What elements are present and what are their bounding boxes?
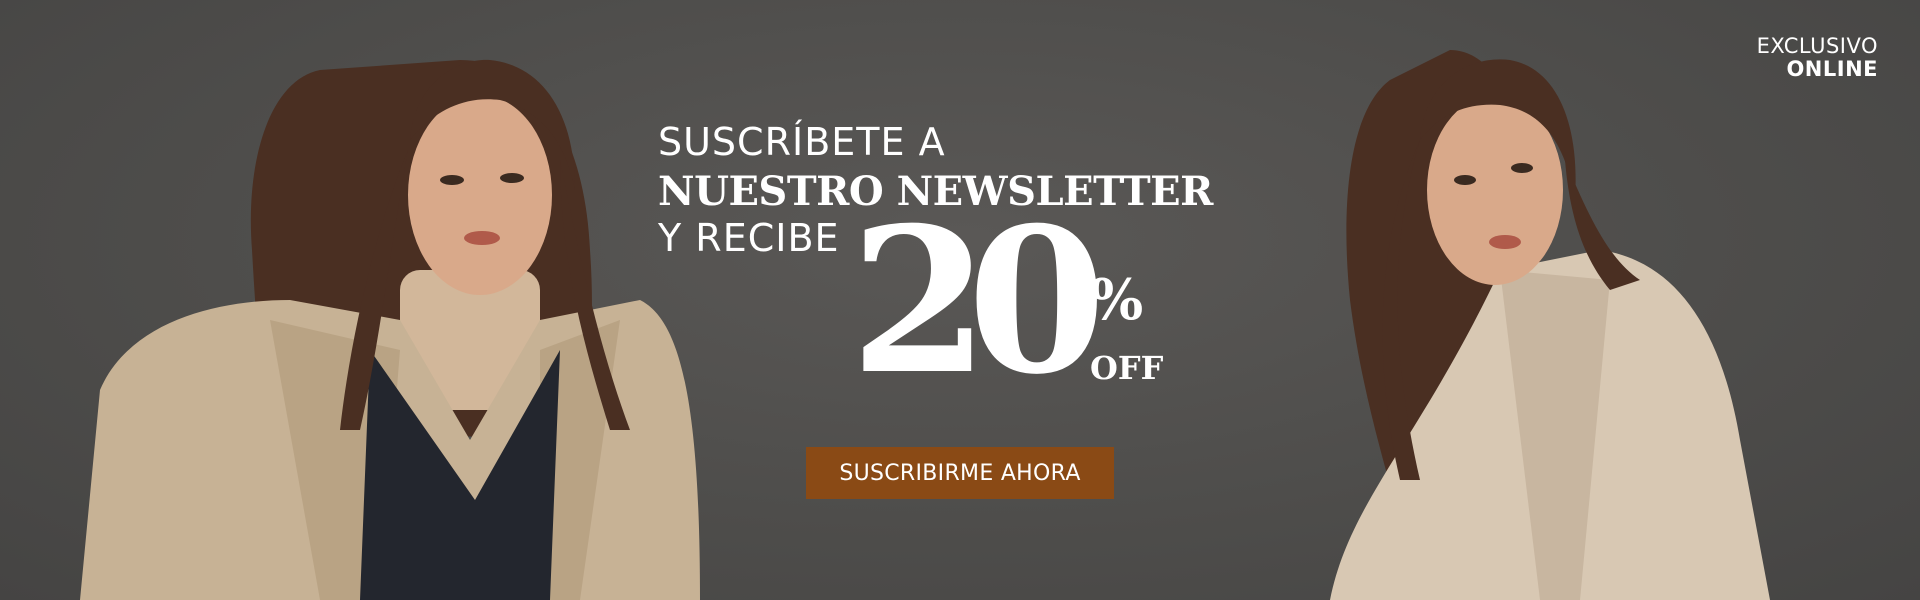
discount-number: 20 — [850, 184, 1106, 419]
badge-exclusive-text: EXCLUSIVO — [1756, 34, 1878, 58]
subscribe-now-button[interactable]: SUSCRIBIRME AHORA — [806, 447, 1114, 499]
percent-sign: % — [1090, 267, 1144, 333]
headline-line-1: SUSCRÍBETE A — [658, 120, 946, 164]
off-label: OFF — [1090, 349, 1164, 387]
exclusive-online-badge: EXCLUSIVO ONLINE — [1757, 36, 1878, 80]
newsletter-banner: EXCLUSIVO ONLINE SUSCRÍBETE A NUESTRO NE… — [0, 0, 1920, 600]
model-photo-right — [1310, 20, 1830, 600]
badge-online-text: ONLINE — [1786, 57, 1878, 81]
model-photo-left — [20, 20, 700, 600]
headline-line-3: Y RECIBE — [658, 216, 840, 260]
